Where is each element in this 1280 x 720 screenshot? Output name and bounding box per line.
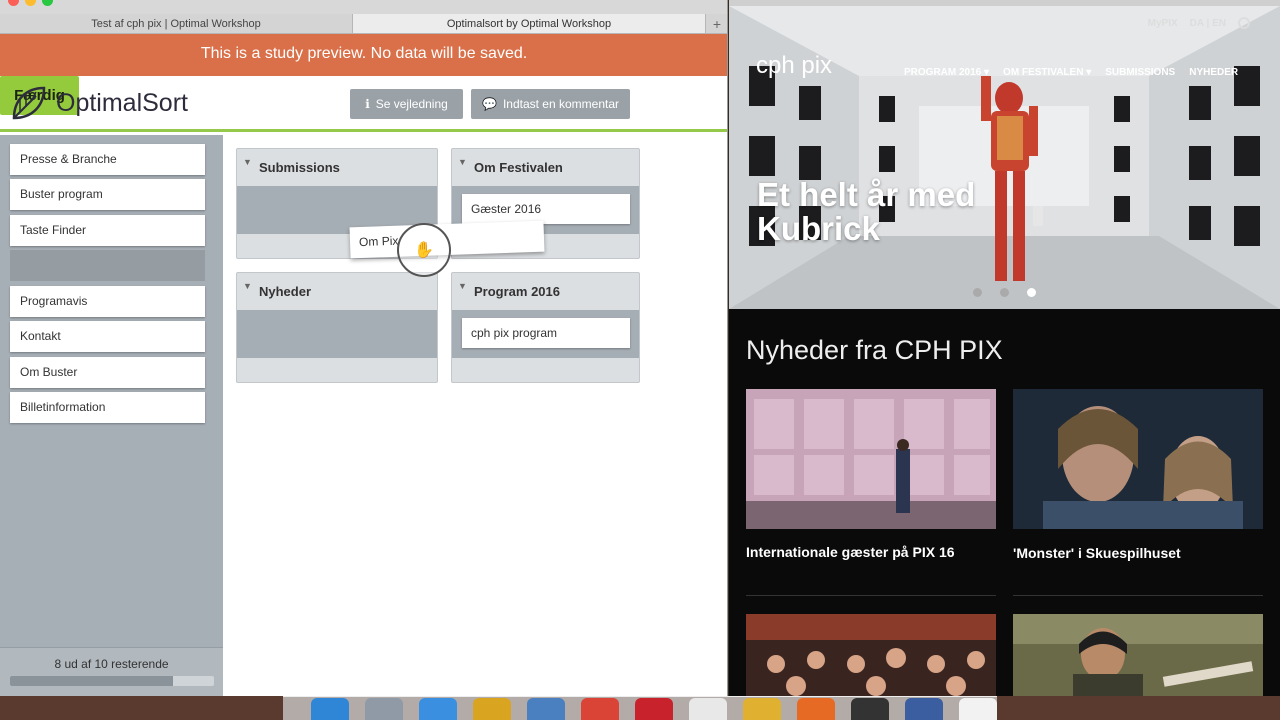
collapse-triangle-icon[interactable]: ▼ (243, 281, 252, 291)
chrome-icon[interactable] (581, 698, 619, 720)
hero-slider[interactable]: cph pix MyPIX DA | EN PROGRAM 2016 ▾ OM … (729, 6, 1280, 309)
hero-title[interactable]: Et helt år med Kubrick (757, 178, 975, 246)
group-title[interactable]: Nyheder (259, 284, 311, 299)
tab-test-cph-pix[interactable]: Test af cph pix | Optimal Workshop (0, 14, 353, 33)
app-icon[interactable] (473, 698, 511, 720)
progress-bar (10, 676, 214, 686)
card-sidebar: Presse & Branche Buster program Taste Fi… (0, 135, 223, 696)
slider-dot[interactable] (1000, 288, 1009, 297)
macos-dock (283, 696, 997, 720)
grab-hand-cursor-icon: ✋ (397, 223, 451, 277)
empty-card-slot (10, 250, 205, 281)
finder-icon[interactable] (311, 698, 349, 720)
group-drop-zone[interactable] (237, 310, 437, 358)
card-item[interactable]: Gæster 2016 (462, 194, 630, 224)
new-tab-button[interactable]: + (706, 14, 727, 33)
collapse-triangle-icon[interactable]: ▼ (243, 157, 252, 167)
card-item[interactable]: Kontakt (10, 321, 205, 352)
logo-text: OptimalSort (56, 88, 188, 117)
language-switch[interactable]: DA | EN (1190, 18, 1226, 29)
card-item[interactable]: Programavis (10, 286, 205, 317)
divider (746, 595, 996, 596)
comment-label: Indtast en kommentar (502, 97, 619, 111)
nav-om-festivalen[interactable]: OM FESTIVALEN ▾ (1003, 67, 1091, 78)
app-icon[interactable] (851, 698, 889, 720)
app-icon[interactable] (905, 698, 943, 720)
nav-nyheder[interactable]: NYHEDER (1189, 67, 1238, 78)
card-item[interactable]: Billetinformation (10, 392, 205, 423)
card-item[interactable]: Taste Finder (10, 215, 205, 246)
tab-optimalsort[interactable]: Optimalsort by Optimal Workshop (353, 14, 706, 33)
sorting-workspace: ▼ Submissions ▼ Om Festivalen Gæster 2016 … (223, 135, 727, 696)
firefox-icon[interactable] (797, 698, 835, 720)
optimalsort-logo: OptimalSort (10, 84, 188, 122)
article-image-audience[interactable] (746, 614, 996, 696)
slider-dot-active[interactable] (1027, 288, 1036, 297)
mypix-link[interactable]: MyPIX (1148, 18, 1178, 29)
slider-dots (973, 288, 1036, 297)
group-nyheder[interactable]: ▼ Nyheder (236, 272, 438, 383)
hero-title-line-1: Et helt år med (757, 176, 976, 213)
group-title[interactable]: Program 2016 (474, 284, 560, 299)
mail-icon[interactable] (527, 698, 565, 720)
info-icon: ℹ (365, 97, 370, 111)
divider (1013, 595, 1263, 596)
card-item[interactable]: Presse & Branche (10, 144, 205, 175)
cph-pix-browser-window: cph pix MyPIX DA | EN PROGRAM 2016 ▾ OM … (729, 0, 1280, 696)
remaining-counter: 8 ud af 10 resterende (0, 647, 223, 696)
article-image-man[interactable] (1013, 614, 1263, 696)
close-window-button[interactable] (8, 0, 19, 6)
group-drop-zone[interactable]: cph pix program (452, 310, 639, 358)
search-icon[interactable] (1238, 17, 1250, 29)
nav-program-2016[interactable]: PROGRAM 2016 ▾ (904, 67, 989, 78)
article-title-guests[interactable]: Internationale gæster på PIX 16 (746, 544, 955, 560)
group-title[interactable]: Om Festivalen (474, 160, 563, 175)
collapse-triangle-icon[interactable]: ▼ (458, 157, 467, 167)
main-nav: PROGRAM 2016 ▾ OM FESTIVALEN ▾ SUBMISSIO… (904, 67, 1238, 78)
zoom-window-button[interactable] (42, 0, 53, 6)
browser-tab-bar: Test af cph pix | Optimal Workshop Optim… (0, 14, 727, 34)
slider-dot[interactable] (973, 288, 982, 297)
hero-title-line-2: Kubrick (757, 210, 880, 247)
safari-icon[interactable] (419, 698, 457, 720)
speech-bubble-icon: 💬 (481, 97, 497, 111)
minimize-window-button[interactable] (25, 0, 36, 6)
card-item[interactable]: cph pix program (462, 318, 630, 348)
calendar-icon[interactable] (689, 698, 727, 720)
card-item[interactable]: Buster program (10, 179, 205, 210)
top-links: MyPIX DA | EN (1148, 17, 1250, 29)
collapse-triangle-icon[interactable]: ▼ (458, 281, 467, 291)
app-icon[interactable] (743, 698, 781, 720)
guide-label: Se vejledning (375, 97, 448, 111)
guide-button[interactable]: ℹ Se vejledning (350, 89, 463, 119)
app-icon[interactable] (959, 698, 997, 720)
comment-button[interactable]: 💬 Indtast en kommentar (471, 89, 630, 119)
optimalsort-header: OptimalSort ℹ Se vejledning 💬 Indtast en… (0, 76, 727, 132)
nav-submissions[interactable]: SUBMISSIONS (1105, 67, 1175, 78)
leaf-logo-icon (12, 86, 46, 120)
article-image-guests[interactable] (746, 389, 996, 529)
preview-banner: This is a study preview. No data will be… (0, 34, 727, 76)
card-item[interactable]: Om Buster (10, 357, 205, 388)
optimalsort-browser-window: Test af cph pix | Optimal Workshop Optim… (0, 0, 728, 696)
app-icon[interactable] (635, 698, 673, 720)
cph-pix-logo[interactable]: cph pix (756, 52, 832, 80)
article-title-monster[interactable]: 'Monster' i Skuespilhuset (1013, 545, 1181, 561)
article-image-monster[interactable] (1013, 389, 1263, 529)
group-title[interactable]: Submissions (259, 160, 340, 175)
news-heading: Nyheder fra CPH PIX (746, 335, 1003, 365)
group-program-2016[interactable]: ▼ Program 2016 cph pix program (451, 272, 640, 383)
progress-fill (10, 676, 174, 686)
launchpad-icon[interactable] (365, 698, 403, 720)
window-titlebar (0, 0, 727, 14)
